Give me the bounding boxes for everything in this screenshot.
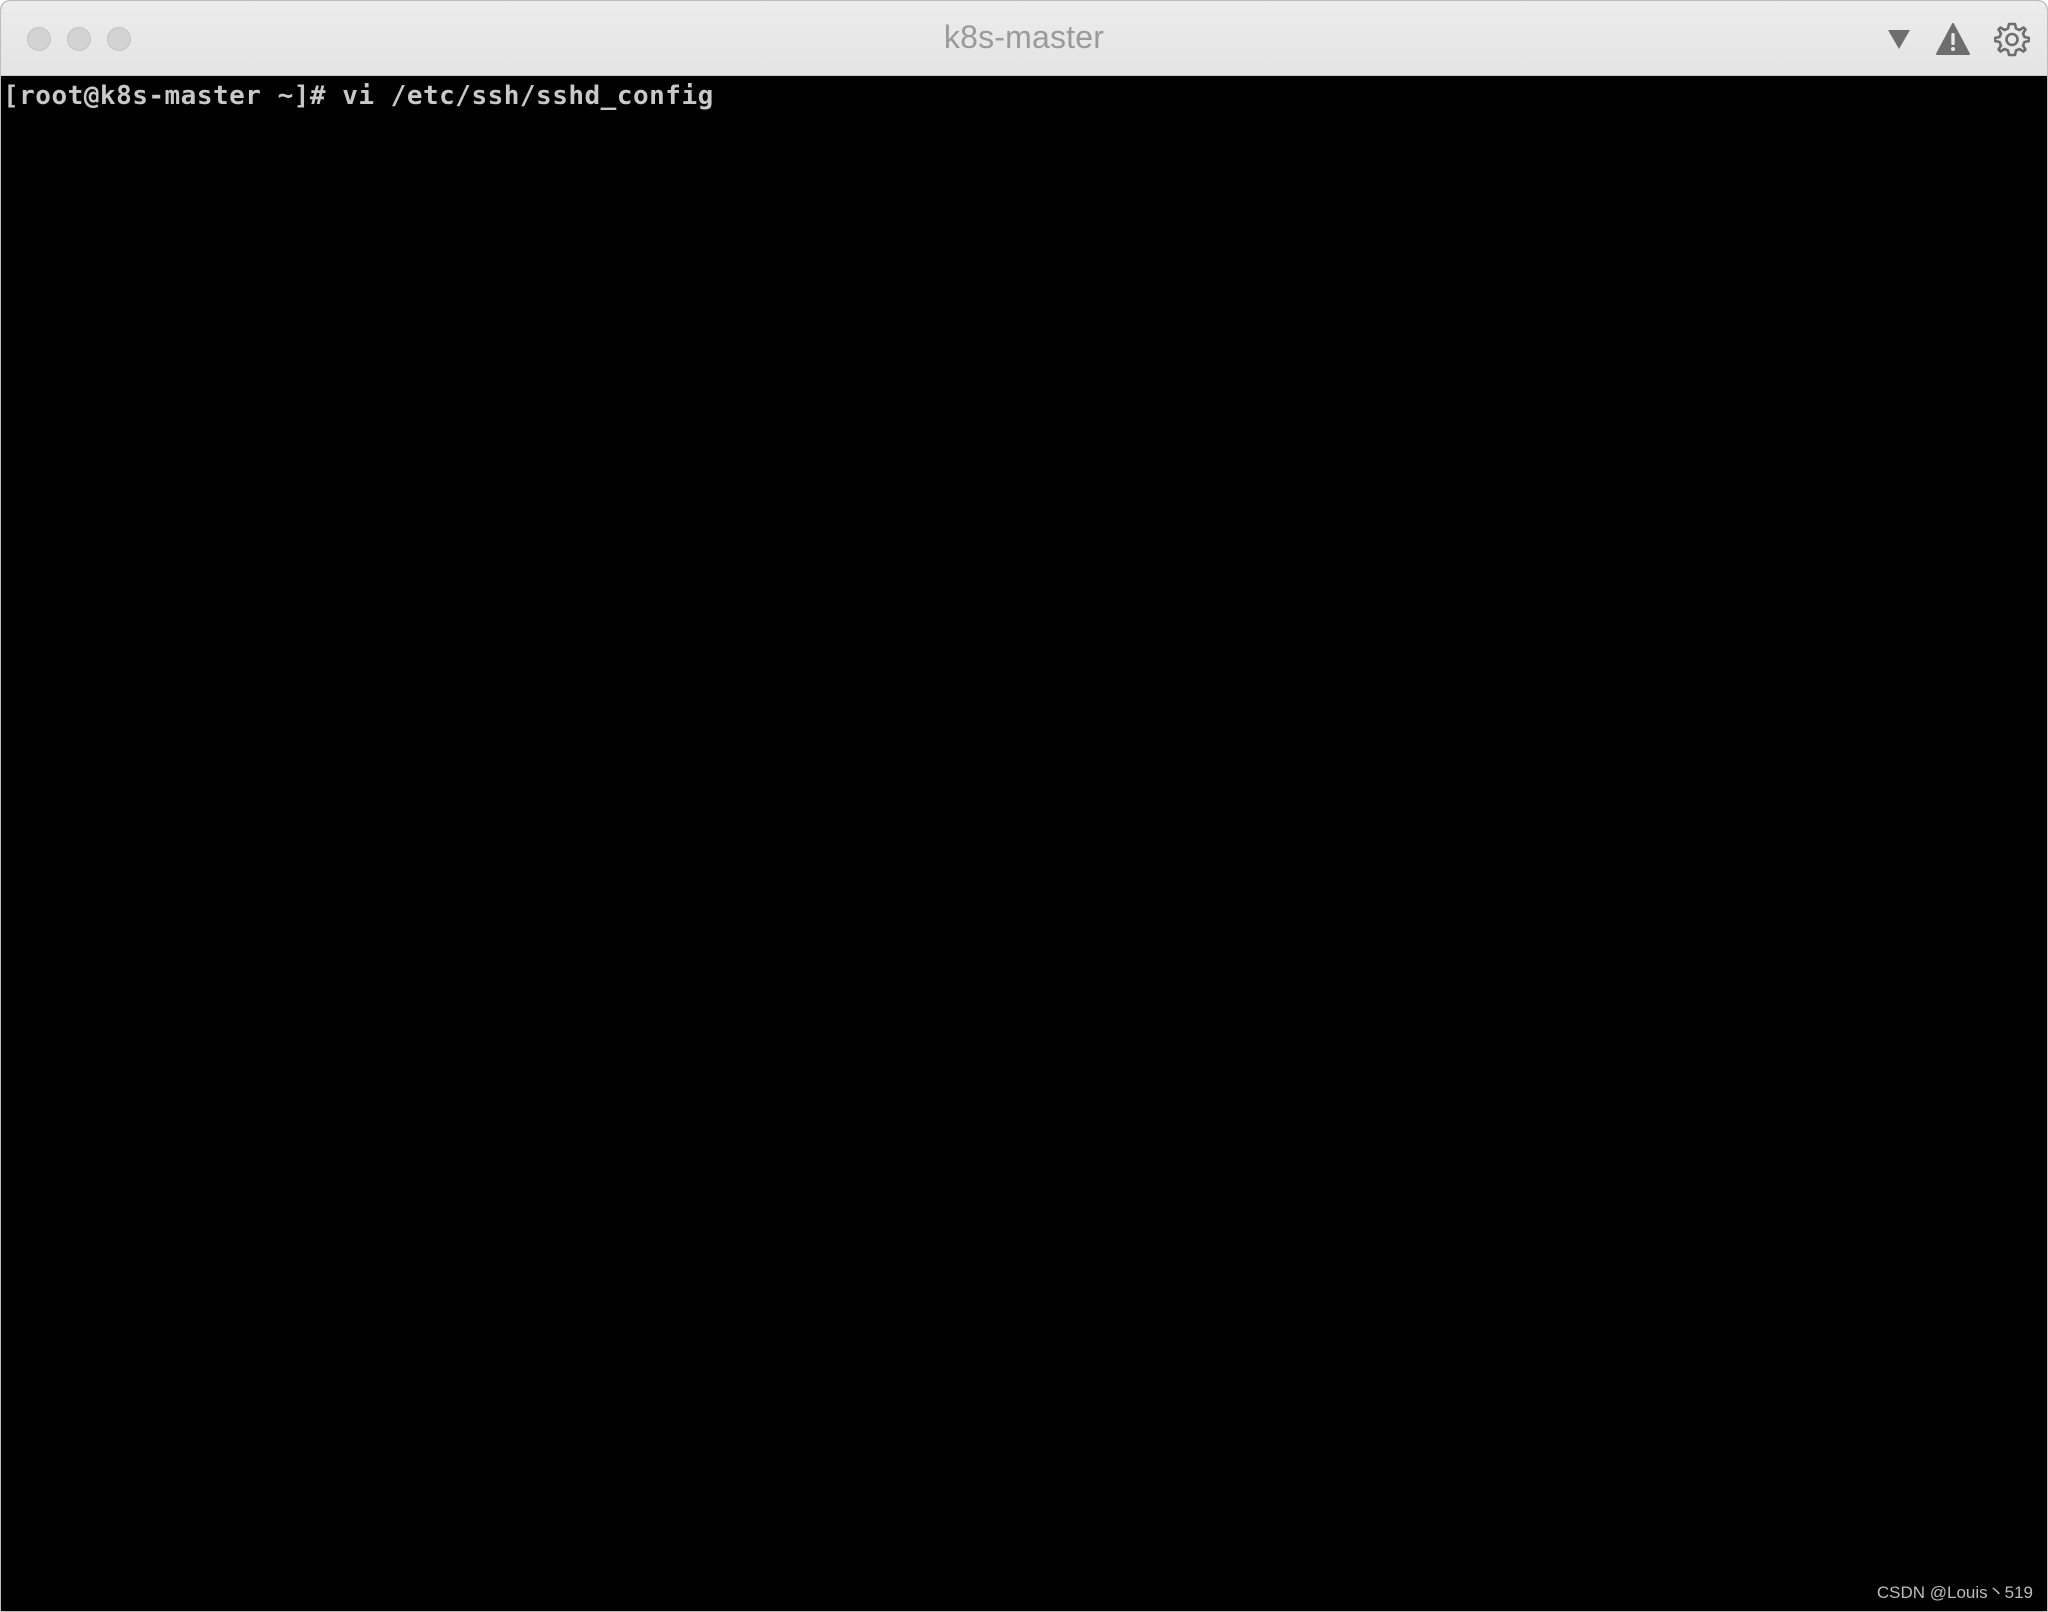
watermark-text: CSDN @Louis丶519 (1876, 1583, 2033, 1602)
window-title: k8s-master (943, 19, 1105, 55)
terminal-line: [root@k8s-master ~]# vi /etc/ssh/sshd_co… (3, 81, 714, 111)
warning-icon[interactable] (1935, 21, 1971, 57)
terminal-window: k8s-master [root@k8s-master ~]# vi /etc/ (0, 0, 2048, 1612)
gear-icon[interactable] (1994, 21, 2030, 57)
terminal-area[interactable]: [root@k8s-master ~]# vi /etc/ssh/sshd_co… (1, 76, 2047, 1611)
title-bar[interactable]: k8s-master (1, 1, 2047, 76)
chevron-down-icon[interactable] (1881, 21, 1917, 57)
